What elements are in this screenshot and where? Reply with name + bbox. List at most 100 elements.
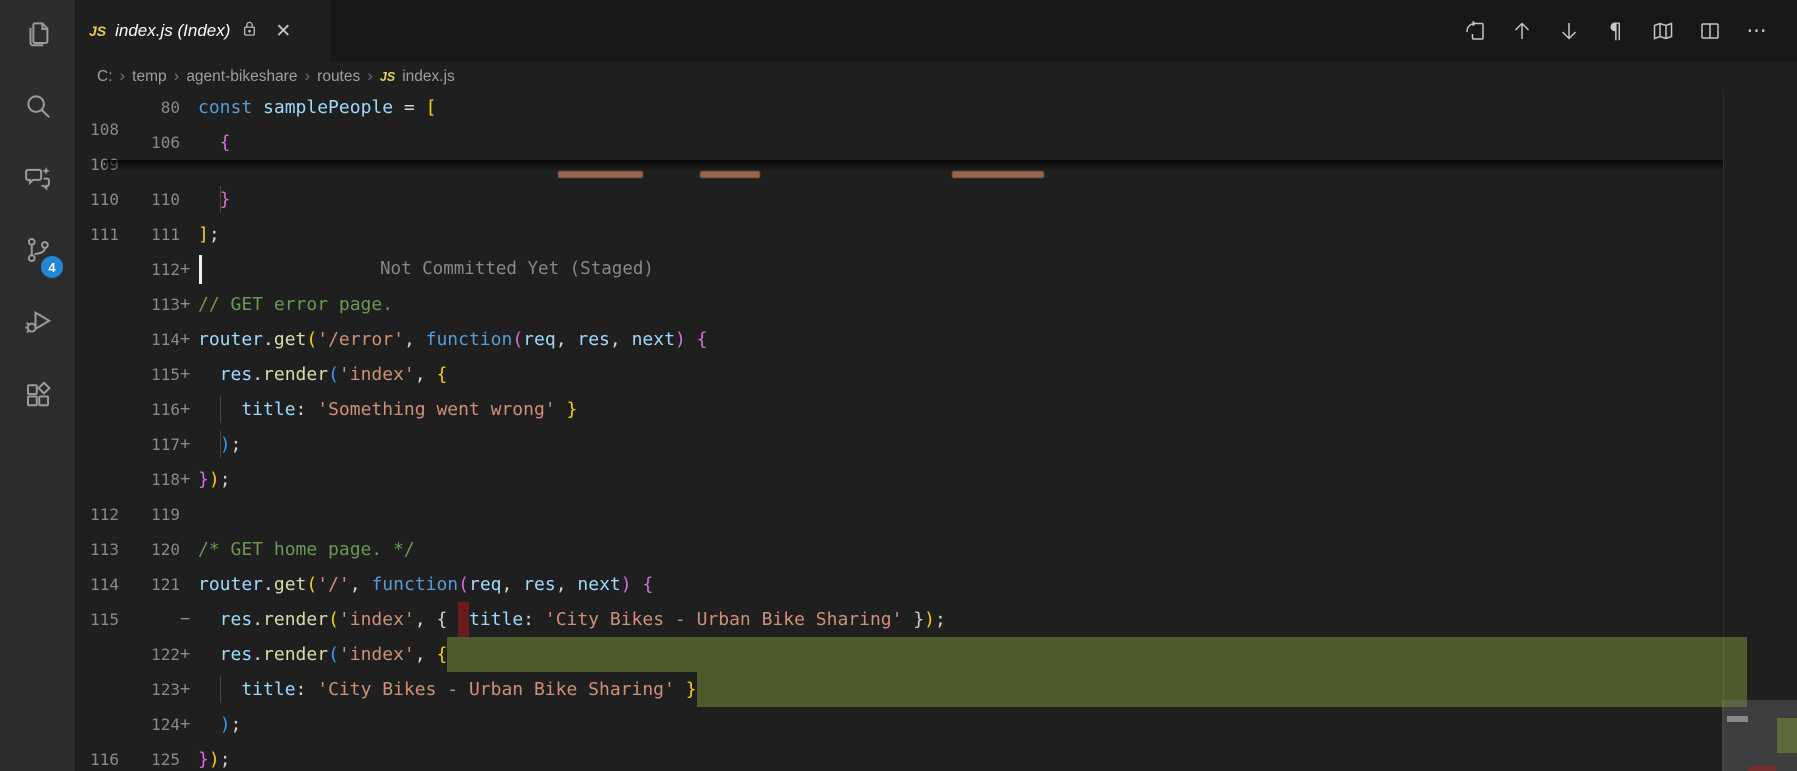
- open-changes-icon[interactable]: [1456, 13, 1493, 50]
- code-line[interactable]: 124+ );: [75, 707, 1797, 742]
- close-icon[interactable]: ✕: [275, 20, 291, 43]
- code-line[interactable]: 110110 }: [75, 182, 1797, 217]
- breadcrumb-item[interactable]: C:: [97, 68, 113, 86]
- map-icon[interactable]: [1644, 13, 1681, 50]
- code-token: }: [686, 672, 697, 707]
- diff-sign: [180, 497, 198, 532]
- breadcrumb-item[interactable]: agent-bikeshare: [186, 68, 297, 86]
- code-line[interactable]: 122+ res.render('index', {: [75, 637, 1797, 672]
- render-whitespace-icon[interactable]: ¶: [1597, 13, 1634, 50]
- split-editor-icon[interactable]: [1691, 13, 1728, 50]
- gutter-original-line: [75, 462, 119, 497]
- breadcrumb-item[interactable]: temp: [132, 68, 166, 86]
- diff-sign: [180, 90, 198, 125]
- code-token: next: [577, 567, 620, 602]
- gutter-modified-line: 121: [119, 567, 180, 602]
- code-token: req: [523, 322, 556, 357]
- diff-sign: +: [180, 462, 198, 497]
- code-token: [686, 322, 697, 357]
- code-line[interactable]: 115+ res.render('index', {: [75, 357, 1797, 392]
- gutter-modified-line: [119, 602, 180, 637]
- sticky-line[interactable]: 106 {: [125, 125, 1723, 160]
- code-token: res: [198, 637, 252, 672]
- overview-ruler-added-mark: [1777, 718, 1797, 753]
- code-token: '/error': [317, 322, 404, 357]
- sidebar-item-run-debug[interactable]: [0, 288, 75, 360]
- code-token: [458, 602, 469, 637]
- code-line[interactable]: 118+});: [75, 462, 1797, 497]
- line-content: });: [198, 462, 1747, 497]
- code-line[interactable]: 112119: [75, 497, 1797, 532]
- code-token: [198, 707, 220, 742]
- clipped-line-fragment: [952, 171, 1044, 178]
- code-token: 'index': [339, 637, 415, 672]
- code-token: ): [209, 462, 220, 497]
- diff-editor[interactable]: 110110 }111111];112+Not Committed Yet (S…: [75, 90, 1797, 771]
- sticky-scroll[interactable]: 80const samplePeople = [106 {: [125, 90, 1723, 160]
- code-token: [632, 567, 643, 602]
- code-line[interactable]: 113+// GET error page.: [75, 287, 1797, 322]
- indent-guide: [220, 186, 221, 213]
- more-actions-icon[interactable]: ···: [1738, 13, 1775, 50]
- tab-bar: JS index.js (Index) ✕ ¶: [75, 0, 1797, 62]
- gutter-modified-line: 115: [119, 357, 180, 392]
- code-line[interactable]: 113120/* GET home page. */: [75, 532, 1797, 567]
- extensions-icon: [23, 379, 53, 414]
- lock-icon: [239, 18, 260, 44]
- code-line[interactable]: 116+ title: 'Something went wrong' }: [75, 392, 1797, 427]
- code-token: :: [523, 602, 545, 637]
- search-icon: [23, 91, 53, 126]
- gutter-modified-line: 106: [125, 125, 180, 160]
- gutter-modified-line: 112: [119, 252, 180, 287]
- diff-sign: +: [180, 637, 198, 672]
- tab-index-js[interactable]: JS index.js (Index) ✕: [75, 0, 330, 62]
- sidebar-item-explorer[interactable]: [0, 0, 75, 72]
- code-token: (: [328, 637, 339, 672]
- code-token: .: [252, 602, 263, 637]
- code-token: .: [252, 637, 263, 672]
- gutter-modified-line: 118: [119, 462, 180, 497]
- gutter-original-line: [75, 707, 119, 742]
- sidebar-item-search[interactable]: [0, 72, 75, 144]
- code-token: {: [198, 125, 231, 160]
- breadcrumb-item-file[interactable]: index.js: [402, 68, 455, 86]
- code-token: router: [198, 567, 263, 602]
- code-line[interactable]: 116125});: [75, 742, 1797, 771]
- code-token: samplePeople: [263, 90, 393, 125]
- sidebar-item-chat[interactable]: [0, 144, 75, 216]
- sidebar-item-extensions[interactable]: [0, 360, 75, 432]
- diff-sign: [180, 567, 198, 602]
- diff-sign: +: [180, 392, 198, 427]
- code-line[interactable]: 115− res.render('index', { title: 'City …: [75, 602, 1797, 637]
- diff-sign: +: [180, 427, 198, 462]
- gutter-modified-line: 111: [119, 217, 180, 252]
- code-token: res: [198, 602, 252, 637]
- chevron-right-icon: ›: [367, 66, 373, 86]
- sticky-line[interactable]: 80const samplePeople = [: [125, 90, 1723, 125]
- chevron-right-icon: ›: [304, 66, 310, 86]
- code-token: [: [426, 90, 437, 125]
- gutter-modified-line: 80: [125, 90, 180, 125]
- code-line[interactable]: 123+ title: 'City Bikes - Urban Bike Sha…: [75, 672, 1797, 707]
- code-token: {: [436, 357, 447, 392]
- code-token: =: [393, 90, 426, 125]
- next-change-icon[interactable]: [1550, 13, 1587, 50]
- code-line[interactable]: 111111];: [75, 217, 1797, 252]
- code-line[interactable]: 114121router.get('/', function(req, res,…: [75, 567, 1797, 602]
- javascript-file-icon: JS: [380, 70, 395, 84]
- code-line[interactable]: 112+Not Committed Yet (Staged): [75, 252, 1797, 287]
- code-token: req: [469, 567, 502, 602]
- gutter-original-line: 111: [75, 217, 119, 252]
- code-line[interactable]: 117+ );: [75, 427, 1797, 462]
- code-token: res: [198, 357, 252, 392]
- diff-sign: +: [180, 672, 198, 707]
- code-line[interactable]: 114+router.get('/error', function(req, r…: [75, 322, 1797, 357]
- editor-group: JS index.js (Index) ✕ ¶: [75, 0, 1797, 771]
- code-token: ): [924, 602, 935, 637]
- gutter-modified-line: 116: [119, 392, 180, 427]
- gutter-original-line: [75, 287, 119, 322]
- line-content: {: [198, 125, 1723, 160]
- previous-change-icon[interactable]: [1503, 13, 1540, 50]
- sidebar-item-source-control[interactable]: 4: [0, 216, 75, 288]
- breadcrumb-item[interactable]: routes: [317, 68, 360, 86]
